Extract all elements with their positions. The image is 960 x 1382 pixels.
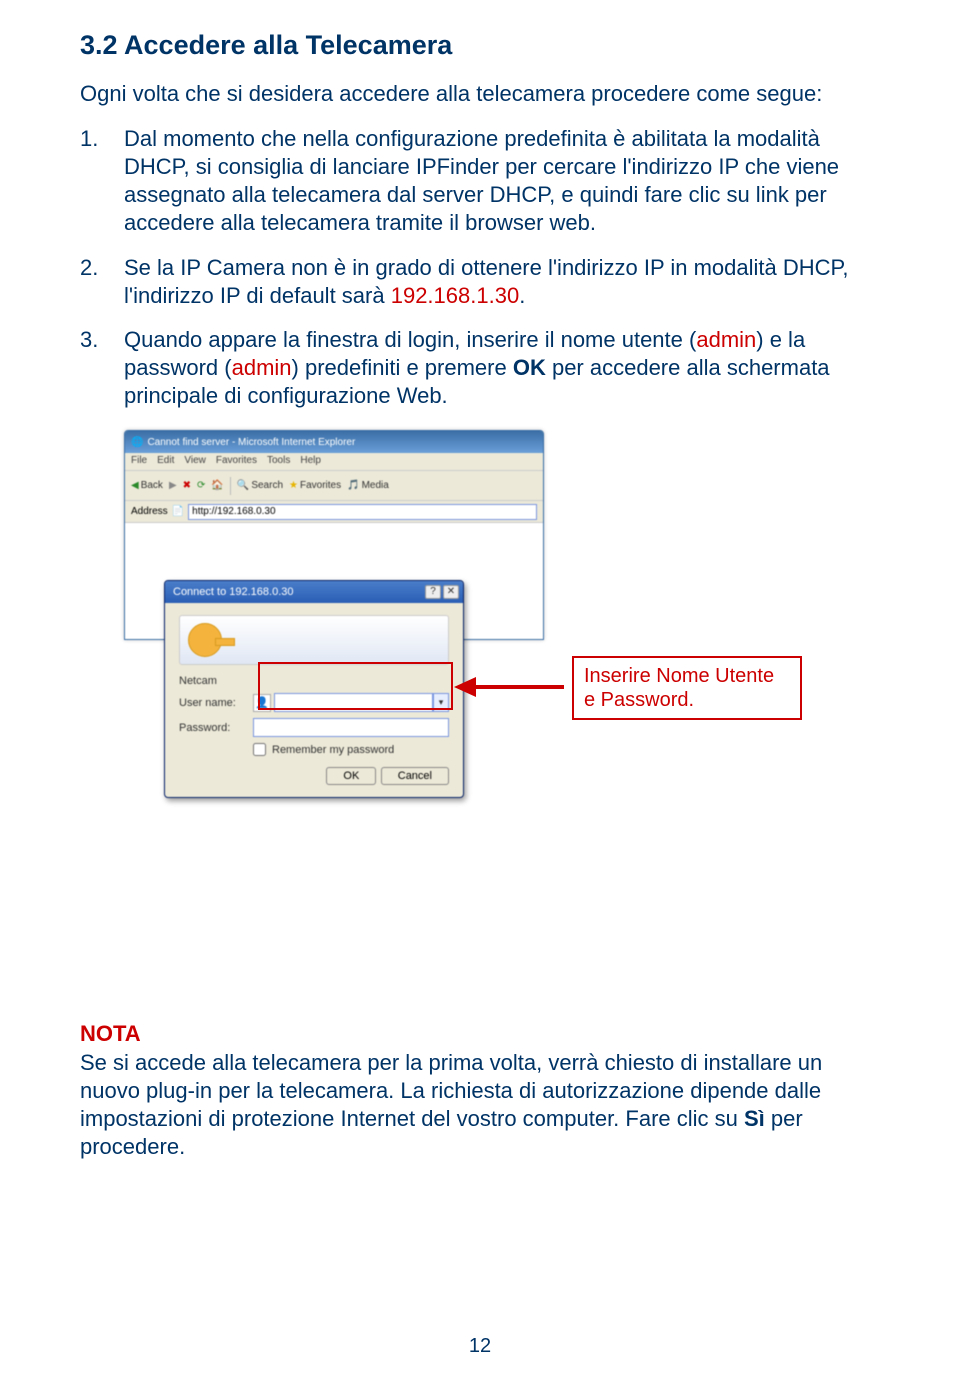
password-label: Password: bbox=[179, 722, 253, 734]
nota-block: NOTA Se si accede alla telecamera per la… bbox=[80, 1020, 880, 1161]
favorites-button[interactable]: ★Favorites bbox=[289, 480, 341, 491]
step-3-admin-1: admin bbox=[696, 327, 756, 352]
cancel-button[interactable]: Cancel bbox=[381, 767, 449, 785]
nota-si: Sì bbox=[744, 1106, 765, 1131]
media-button[interactable]: 🎵Media bbox=[347, 480, 389, 491]
stop-icon[interactable]: ✖ bbox=[183, 480, 191, 491]
help-button[interactable]: ? bbox=[425, 585, 441, 599]
auth-titlebar: Connect to 192.168.0.30 ? ✕ bbox=[165, 581, 463, 603]
ok-button[interactable]: OK bbox=[326, 767, 376, 785]
ie-toolbar: ◀Back ▶ ✖ ⟳ 🏠 🔍Search ★Favorites 🎵Media bbox=[125, 471, 543, 501]
callout-arrow bbox=[454, 680, 564, 694]
menu-tools[interactable]: Tools bbox=[267, 455, 290, 468]
step-3-admin-2: admin bbox=[232, 355, 292, 380]
address-label: Address bbox=[131, 506, 168, 517]
username-input[interactable] bbox=[274, 693, 433, 712]
auth-buttons: OK Cancel bbox=[179, 766, 449, 785]
step-2: Se la IP Camera non è in grado di ottene… bbox=[80, 254, 880, 310]
search-button[interactable]: 🔍Search bbox=[237, 480, 283, 491]
back-label: Back bbox=[141, 480, 163, 491]
step-3-ok: OK bbox=[513, 355, 546, 380]
step-1-text: Dal momento che nella configurazione pre… bbox=[124, 126, 839, 235]
forward-icon[interactable]: ▶ bbox=[169, 480, 177, 491]
auth-body: Netcam User name: 👤 ▾ Password: Remember… bbox=[165, 603, 463, 797]
auth-realm: Netcam bbox=[179, 675, 217, 687]
search-label: Search bbox=[251, 480, 283, 491]
arrow-line bbox=[476, 685, 564, 689]
key-icon bbox=[188, 623, 222, 657]
nota-text-a: Se si accede alla telecamera per la prim… bbox=[80, 1050, 822, 1131]
page-number: 12 bbox=[0, 1335, 960, 1358]
arrow-left-icon bbox=[454, 677, 476, 697]
remember-checkbox[interactable] bbox=[253, 743, 266, 756]
username-row: User name: 👤 ▾ bbox=[179, 693, 449, 712]
step-1: Dal momento che nella configurazione pre… bbox=[80, 125, 880, 238]
ie-address-bar: Address 📄 bbox=[125, 501, 543, 523]
remember-label: Remember my password bbox=[272, 744, 394, 756]
screenshot-area: 🌐 Cannot find server - Microsoft Interne… bbox=[124, 430, 744, 810]
section-heading: 3.2 Accedere alla Telecamera bbox=[80, 30, 880, 61]
auth-realm-row: Netcam bbox=[179, 675, 449, 687]
search-icon: 🔍 bbox=[237, 480, 249, 491]
back-icon: ◀ bbox=[131, 480, 139, 491]
favorites-label: Favorites bbox=[300, 480, 341, 491]
home-icon[interactable]: 🏠 bbox=[211, 480, 223, 491]
step-3: Quando appare la finestra di login, inse… bbox=[80, 326, 880, 410]
ie-app-icon: 🌐 bbox=[131, 437, 143, 448]
callout-box: Inserire Nome Utente e Password. bbox=[572, 656, 802, 720]
menu-view[interactable]: View bbox=[184, 455, 206, 468]
intro-text: Ogni volta che si desidera accedere alla… bbox=[80, 81, 880, 107]
auth-dialog: Connect to 192.168.0.30 ? ✕ Netcam User … bbox=[164, 580, 464, 798]
nota-title: NOTA bbox=[80, 1021, 141, 1046]
ie-titlebar: 🌐 Cannot find server - Microsoft Interne… bbox=[125, 431, 543, 453]
person-icon: 👤 bbox=[253, 694, 271, 712]
step-3-text-c: ) predefiniti e premere bbox=[292, 355, 513, 380]
refresh-icon[interactable]: ⟳ bbox=[197, 480, 205, 491]
ie-title-text: Cannot find server - Microsoft Internet … bbox=[147, 437, 355, 448]
password-input[interactable] bbox=[253, 718, 449, 737]
auth-title-text: Connect to 192.168.0.30 bbox=[173, 586, 293, 598]
menu-favorites[interactable]: Favorites bbox=[216, 455, 257, 468]
steps-list: Dal momento che nella configurazione pre… bbox=[80, 125, 880, 410]
username-label: User name: bbox=[179, 697, 253, 709]
address-input[interactable] bbox=[188, 504, 537, 520]
password-row: Password: bbox=[179, 718, 449, 737]
step-2-text-b: . bbox=[519, 283, 525, 308]
step-3-text-a: Quando appare la finestra di login, inse… bbox=[124, 327, 696, 352]
media-icon: 🎵 bbox=[347, 480, 359, 491]
username-dropdown[interactable]: ▾ bbox=[433, 693, 449, 712]
page-icon: 📄 bbox=[172, 506, 184, 517]
close-button[interactable]: ✕ bbox=[443, 585, 459, 599]
auth-banner bbox=[179, 615, 449, 665]
step-2-ip: 192.168.1.30 bbox=[391, 283, 519, 308]
media-label: Media bbox=[362, 480, 389, 491]
menu-file[interactable]: File bbox=[131, 455, 147, 468]
remember-row: Remember my password bbox=[253, 743, 449, 756]
back-button[interactable]: ◀Back bbox=[131, 480, 163, 491]
ie-menubar[interactable]: File Edit View Favorites Tools Help bbox=[125, 453, 543, 471]
star-icon: ★ bbox=[289, 480, 298, 491]
menu-help[interactable]: Help bbox=[300, 455, 321, 468]
menu-edit[interactable]: Edit bbox=[157, 455, 174, 468]
